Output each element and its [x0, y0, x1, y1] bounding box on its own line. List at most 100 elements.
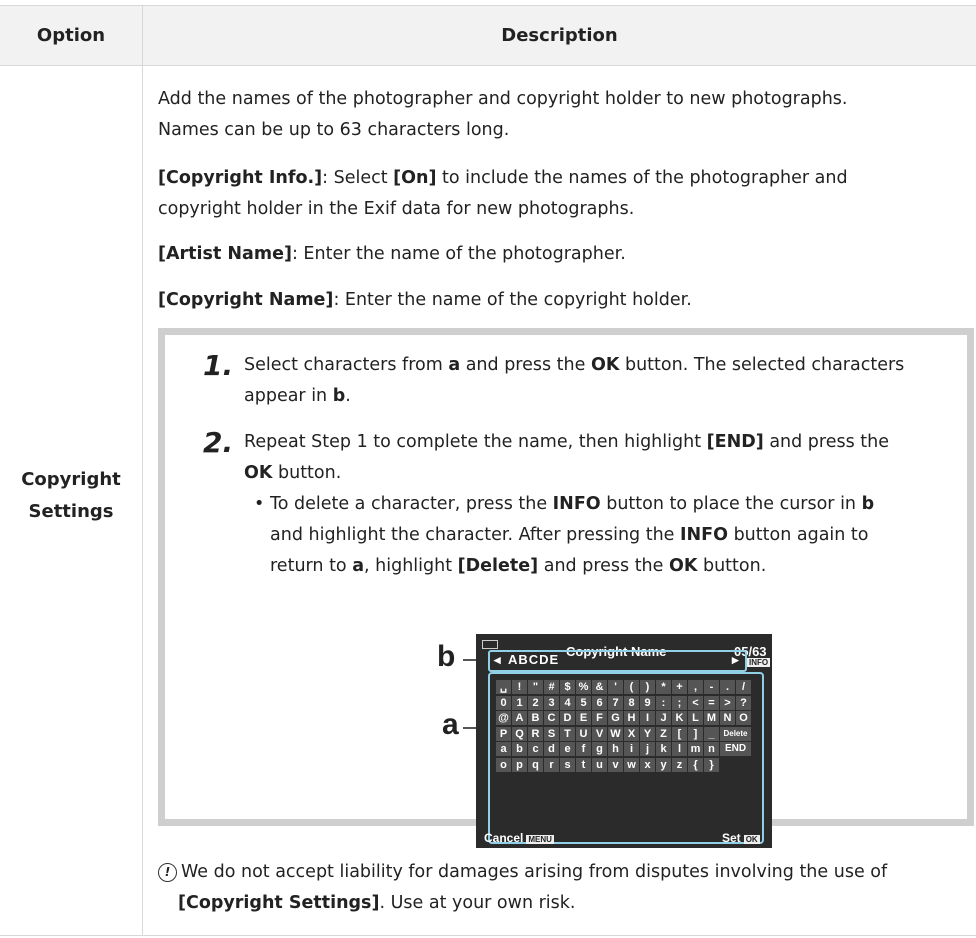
char-key[interactable]: END — [720, 742, 751, 756]
char-key[interactable]: b — [512, 742, 527, 756]
char-key[interactable]: v — [608, 757, 623, 772]
char-key[interactable]: n — [704, 742, 719, 756]
char-key[interactable]: L — [688, 711, 703, 725]
char-key[interactable]: ? — [736, 695, 751, 710]
char-key[interactable]: w — [624, 757, 639, 772]
char-key[interactable]: 0 — [496, 695, 511, 710]
char-key[interactable]: N — [720, 711, 735, 725]
char-key[interactable]: l — [672, 742, 687, 756]
char-key[interactable]: t — [576, 757, 591, 772]
char-key[interactable]: j — [640, 742, 655, 756]
option-name-line2: Settings — [28, 501, 114, 522]
char-key[interactable]: M — [704, 711, 719, 725]
char-key[interactable]: [ — [672, 726, 687, 741]
char-row: a b c d e f g h i j k l m n END — [496, 742, 752, 758]
char-key[interactable]: G — [608, 711, 623, 725]
char-key[interactable]: a — [496, 742, 511, 756]
char-key[interactable]: s — [560, 757, 575, 772]
char-key[interactable]: " — [528, 680, 543, 694]
char-key[interactable]: : — [656, 695, 671, 710]
char-key[interactable]: f — [576, 742, 591, 756]
char-key[interactable]: H — [624, 711, 639, 725]
char-key[interactable]: , — [688, 680, 703, 694]
char-key[interactable]: T — [560, 726, 575, 741]
char-key[interactable]: ' — [608, 680, 623, 694]
char-key[interactable]: R — [528, 726, 543, 741]
char-key[interactable]: K — [672, 711, 687, 725]
char-key[interactable]: } — [704, 757, 719, 772]
char-key[interactable]: & — [592, 680, 607, 694]
char-key[interactable]: m — [688, 742, 703, 756]
char-key[interactable]: = — [704, 695, 719, 710]
char-key[interactable]: + — [672, 680, 687, 694]
char-key[interactable]: p — [512, 757, 527, 772]
char-key[interactable]: y — [656, 757, 671, 772]
char-key[interactable]: 8 — [624, 695, 639, 710]
char-key[interactable]: I — [640, 711, 655, 725]
char-key[interactable]: C — [544, 711, 559, 725]
char-key[interactable]: x — [640, 757, 655, 772]
char-key[interactable]: 7 — [608, 695, 623, 710]
char-key[interactable]: V — [592, 726, 607, 741]
char-key[interactable]: ( — [624, 680, 639, 694]
char-key[interactable]: B — [528, 711, 543, 725]
char-key[interactable]: D — [560, 711, 575, 725]
char-key[interactable]: 2 — [528, 695, 543, 710]
char-key[interactable]: r — [544, 757, 559, 772]
char-key[interactable]: 9 — [640, 695, 655, 710]
char-key[interactable]: # — [544, 680, 559, 694]
char-key[interactable]: 4 — [560, 695, 575, 710]
char-key[interactable]: W — [608, 726, 623, 741]
step-1-text: Select characters from a and press the O… — [244, 355, 905, 406]
char-key[interactable]: ␣ — [496, 680, 511, 694]
char-key[interactable]: ; — [672, 695, 687, 710]
char-key[interactable]: % — [576, 680, 591, 694]
char-key[interactable]: ) — [640, 680, 655, 694]
char-key[interactable]: P — [496, 726, 511, 741]
battery-icon — [482, 640, 498, 649]
char-key[interactable]: U — [576, 726, 591, 741]
char-key[interactable]: @ — [496, 711, 511, 725]
char-key[interactable]: 1 — [512, 695, 527, 710]
char-key[interactable]: d — [544, 742, 559, 756]
char-key[interactable]: u — [592, 757, 607, 772]
artist-name-paragraph: [Artist Name]: Enter the name of the pho… — [158, 239, 958, 270]
char-key[interactable]: S — [544, 726, 559, 741]
char-key[interactable]: A — [512, 711, 527, 725]
char-row: 0 1 2 3 4 5 6 7 8 9:; < = >? — [496, 695, 752, 712]
char-key[interactable]: > — [720, 695, 735, 710]
char-key[interactable]: / — [736, 680, 751, 694]
char-key[interactable]: $ — [560, 680, 575, 694]
char-key[interactable]: ! — [512, 680, 527, 694]
char-key[interactable]: Z — [656, 726, 671, 741]
callout-label-b: b — [437, 640, 456, 673]
char-key[interactable]: k — [656, 742, 671, 756]
char-key[interactable]: Delete — [720, 726, 751, 741]
char-key[interactable]: < — [688, 695, 703, 710]
char-key[interactable]: * — [656, 680, 671, 694]
char-key[interactable]: Y — [640, 726, 655, 741]
char-key[interactable]: i — [624, 742, 639, 756]
char-key[interactable]: c — [528, 742, 543, 756]
char-key[interactable]: J — [656, 711, 671, 725]
char-key[interactable]: F — [592, 711, 607, 725]
char-key[interactable]: { — [688, 757, 703, 772]
char-key[interactable]: Q — [512, 726, 527, 741]
char-key[interactable]: o — [496, 757, 511, 772]
char-key[interactable]: - — [704, 680, 719, 694]
char-key[interactable]: ] — [688, 726, 703, 741]
char-key[interactable]: 5 — [576, 695, 591, 710]
note-term: [Copyright Settings] — [178, 893, 380, 913]
char-key[interactable]: e — [560, 742, 575, 756]
char-key[interactable]: g — [592, 742, 607, 756]
char-key[interactable]: h — [608, 742, 623, 756]
char-key[interactable]: z — [672, 757, 687, 772]
char-key[interactable]: 6 — [592, 695, 607, 710]
char-key[interactable]: 3 — [544, 695, 559, 710]
char-key[interactable]: _ — [704, 726, 719, 741]
char-key[interactable]: O — [736, 711, 751, 725]
char-key[interactable]: q — [528, 757, 543, 772]
char-key[interactable]: E — [576, 711, 591, 725]
char-key[interactable]: . — [720, 680, 735, 694]
char-key[interactable]: X — [624, 726, 639, 741]
